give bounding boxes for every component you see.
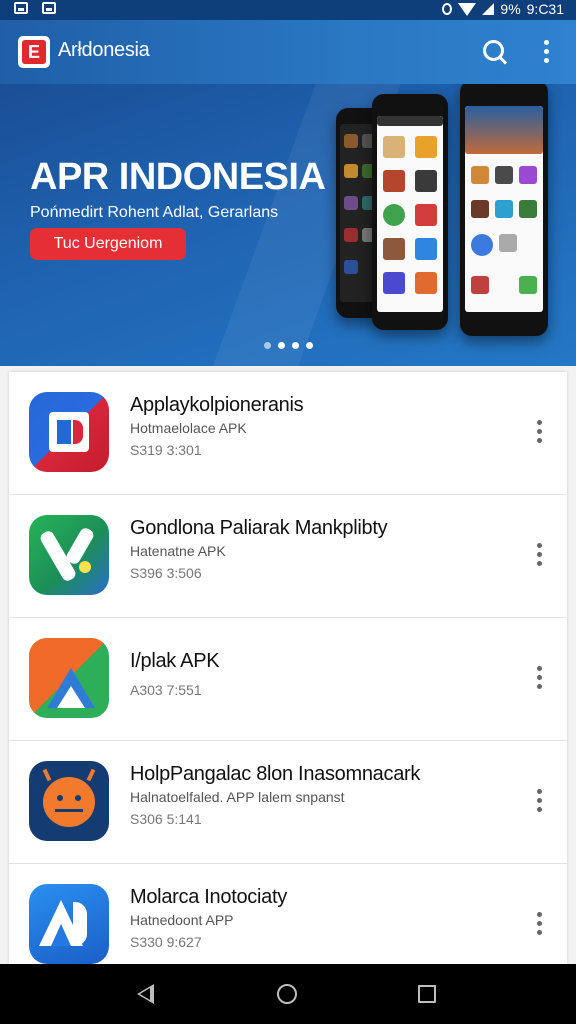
phone-illustration-front	[460, 84, 548, 336]
app-name: HolpPangalac 8lon Inasomnacark	[130, 763, 421, 785]
app-name: Applaykolpioneranis	[130, 394, 304, 416]
signal-icon	[482, 3, 495, 15]
carousel-dot[interactable]	[264, 342, 271, 349]
ar-logo-icon	[29, 884, 109, 964]
app-title: Arłdonesia	[58, 39, 150, 61]
list-item[interactable]: Gondlona Paliarak Mankplibty Hatenatne A…	[9, 495, 567, 618]
carousel-dot-active[interactable]	[306, 342, 313, 349]
item-overflow-button[interactable]	[529, 416, 549, 446]
wifi-icon	[458, 2, 477, 16]
blue-red-d-icon	[29, 392, 109, 472]
item-overflow-button[interactable]	[529, 908, 549, 938]
app-logo: E	[18, 36, 50, 68]
banner-cta-button[interactable]: Tuc Uergeniom	[30, 228, 186, 260]
app-subtitle: Hatnedoont APP	[130, 912, 234, 928]
alarm-icon	[442, 3, 453, 15]
app-name: Molarca Inotociaty	[130, 886, 287, 908]
search-button[interactable]	[478, 36, 510, 68]
android-robot-icon	[29, 761, 109, 841]
app-subtitle: Halnatoelfaled. APP lalem snpanst	[130, 789, 345, 805]
phone-illustration-middle	[372, 94, 448, 330]
back-icon[interactable]	[137, 984, 154, 1004]
banner-subtitle: Pońmedirt Rohent Adlat, Gerarlans	[30, 204, 279, 221]
app-meta: S306 5:141	[130, 811, 202, 827]
app-subtitle: Hatenatne APK	[130, 543, 226, 559]
battery-level: 9%	[500, 1, 521, 17]
carousel-indicator[interactable]	[264, 342, 313, 349]
item-overflow-button[interactable]	[529, 785, 549, 815]
app-meta: S319 3:301	[130, 442, 202, 458]
overflow-menu-button[interactable]	[536, 36, 556, 68]
app-subtitle: Hotmaelolace APK	[130, 420, 247, 436]
app-name: Gondlona Paliarak Mankplibty	[130, 517, 388, 539]
item-overflow-button[interactable]	[529, 662, 549, 692]
item-overflow-button[interactable]	[529, 539, 549, 569]
triangle-play-icon	[29, 638, 109, 718]
app-meta: A303 7:551	[130, 682, 202, 698]
recents-icon[interactable]	[418, 985, 436, 1003]
carousel-dot[interactable]	[292, 342, 299, 349]
carousel-dot[interactable]	[278, 342, 285, 349]
photo-notification-icon	[42, 2, 56, 14]
promo-banner[interactable]: APR INDONESIA Pońmedirt Rohent Adlat, Ge…	[0, 84, 576, 366]
banner-title: APR INDONESIA	[30, 156, 326, 198]
app-meta: S396 3:506	[130, 565, 202, 581]
list-item[interactable]: I/plak APK A303 7:551	[9, 618, 567, 741]
gallery-notification-icon	[14, 2, 28, 14]
app-meta: S330 9:627	[130, 934, 202, 950]
app-list: Applaykolpioneranis Hotmaelolace APK S31…	[9, 372, 567, 964]
home-icon[interactable]	[277, 984, 297, 1004]
green-k-icon	[29, 515, 109, 595]
list-item[interactable]: Applaykolpioneranis Hotmaelolace APK S31…	[9, 372, 567, 495]
app-bar: E Arłdonesia	[0, 20, 576, 84]
system-nav-bar	[0, 964, 576, 1024]
app-name: I/plak APK	[130, 650, 220, 672]
list-item[interactable]: HolpPangalac 8lon Inasomnacark Halnatoel…	[9, 741, 567, 864]
status-bar: 9% 9:C31	[0, 0, 576, 20]
clock: 9:C31	[526, 1, 564, 17]
app-logo-letter: E	[22, 40, 46, 64]
